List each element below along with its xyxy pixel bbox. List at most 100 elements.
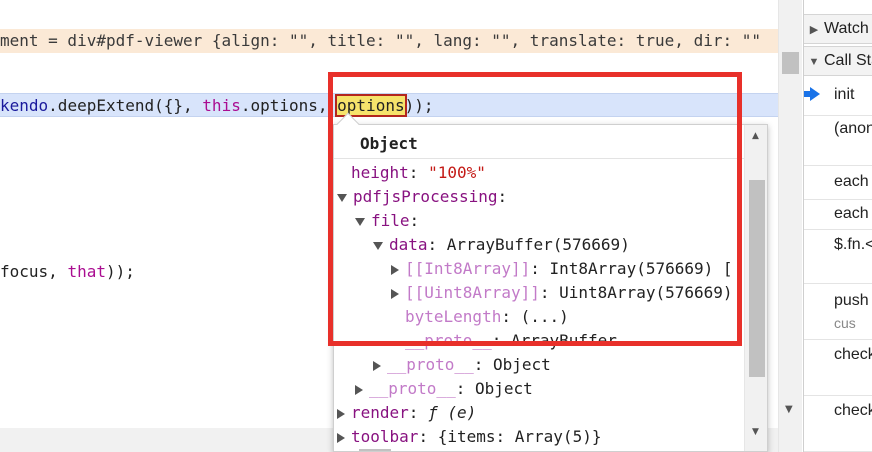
code-vertical-scrollbar[interactable]: ▼ bbox=[778, 0, 802, 452]
property-sep: : bbox=[501, 307, 521, 326]
property-key: pdfjsProcessing bbox=[353, 187, 498, 206]
expand-triangle-down-icon[interactable] bbox=[337, 193, 347, 202]
expand-triangle-right-icon[interactable] bbox=[391, 288, 399, 299]
property-sep: : bbox=[408, 163, 429, 182]
property-sep: : bbox=[409, 211, 420, 230]
call-stack-frame-each[interactable]: each bbox=[804, 166, 872, 200]
function-glyph: ƒ bbox=[428, 403, 438, 422]
code-line-focus: focus, that)); bbox=[0, 260, 135, 284]
call-stack-frame-fn[interactable]: $.fn.<computed> bbox=[804, 230, 872, 284]
scroll-down-arrow-icon[interactable]: ▼ bbox=[785, 404, 793, 415]
frame-name: each bbox=[834, 173, 869, 190]
frame-name: each bbox=[834, 205, 869, 222]
property-sep: : bbox=[530, 259, 550, 278]
property-key: __proto__ bbox=[405, 331, 492, 350]
property-key: [[Uint8Array]] bbox=[405, 283, 540, 302]
tree-row-proto-arraybuffer[interactable]: __proto__: ArrayBuffer bbox=[405, 329, 617, 353]
call-stack-label: Call Stack bbox=[824, 52, 872, 69]
property-sep: : bbox=[455, 379, 475, 398]
property-sep: : bbox=[497, 187, 508, 206]
scroll-down-arrow-icon[interactable]: ▼ bbox=[752, 427, 759, 437]
code-token-deepextend: .deepExtend({}, bbox=[48, 96, 203, 115]
property-value: ArrayBuffer(576669) bbox=[446, 235, 630, 254]
property-key: data bbox=[389, 235, 428, 254]
watch-label: Watch bbox=[824, 20, 869, 37]
tree-row-render[interactable]: render: ƒ (e) bbox=[337, 401, 476, 425]
tree-row-data[interactable]: data: ArrayBuffer(576669) bbox=[373, 233, 630, 257]
tree-row-file[interactable]: file: bbox=[355, 209, 419, 233]
expand-triangle-right-icon[interactable] bbox=[337, 432, 345, 443]
code-token-kendo: kendo bbox=[0, 96, 49, 115]
property-value: Int8Array(576669) [ bbox=[549, 259, 733, 278]
popover-title: Object bbox=[360, 134, 418, 153]
property-sep: : bbox=[418, 427, 438, 446]
current-execution-line[interactable]: kendo.deepExtend({}, this.options, optio… bbox=[0, 93, 778, 117]
code-token-that: that bbox=[67, 262, 106, 281]
frame-name: push bbox=[834, 292, 869, 309]
call-stack-frame-each[interactable]: each bbox=[804, 200, 872, 230]
tree-row-bytelength[interactable]: byteLength: (...) bbox=[405, 305, 569, 329]
code-token-options-prop: .options, bbox=[240, 96, 338, 115]
tree-row-toolbar[interactable]: toolbar: {items: Array(5)} bbox=[337, 425, 601, 449]
code-token-this: this bbox=[202, 96, 241, 115]
property-key: toolbar bbox=[351, 427, 419, 446]
frame-name: check bbox=[834, 346, 872, 363]
frame-name: $.fn.<computed> bbox=[834, 236, 872, 253]
property-value: (e) bbox=[447, 403, 477, 422]
property-value: (...) bbox=[520, 307, 569, 326]
chevron-down-icon: ▼ bbox=[808, 56, 820, 68]
frame-name: (anonymous) bbox=[834, 120, 872, 137]
frame-name: check bbox=[834, 402, 872, 419]
property-sep: : bbox=[539, 283, 560, 302]
property-sep: : bbox=[473, 355, 493, 374]
property-value: {items: Array(5)} bbox=[437, 427, 602, 446]
property-value: "100%" bbox=[428, 163, 486, 182]
property-value: ArrayBuffer bbox=[510, 331, 617, 350]
property-sep: : bbox=[408, 403, 429, 422]
call-stack-frame-init[interactable]: init bbox=[804, 82, 872, 116]
popover-vertical-scrollbar[interactable]: ▲ ▼ bbox=[744, 125, 767, 451]
property-key: height bbox=[351, 163, 409, 182]
property-value: Object bbox=[474, 379, 533, 398]
frame-source: cus bbox=[834, 315, 856, 331]
debugger-sidebar: ▶ Watch ▼ Call Stack init (anonymous) each… bbox=[803, 0, 872, 452]
expand-triangle-down-icon[interactable] bbox=[373, 241, 383, 250]
expand-triangle-right-icon[interactable] bbox=[373, 360, 381, 371]
code-token-close: )); bbox=[404, 96, 434, 115]
property-value: Object bbox=[492, 355, 551, 374]
tree-row-pdfjsprocessing[interactable]: pdfjsProcessing: bbox=[337, 185, 507, 209]
property-sep: : bbox=[427, 235, 447, 254]
popover-scrollbar-thumb[interactable] bbox=[749, 180, 765, 377]
watch-section-header[interactable]: ▶ Watch bbox=[804, 14, 872, 44]
expand-triangle-down-icon[interactable] bbox=[355, 217, 365, 226]
property-key: byteLength bbox=[405, 307, 502, 326]
tree-row-proto-pdfjs[interactable]: __proto__: Object bbox=[355, 377, 533, 401]
expand-triangle-right-icon[interactable] bbox=[337, 408, 345, 419]
frame-name: init bbox=[834, 86, 855, 103]
tree-row-proto-file[interactable]: __proto__: Object bbox=[373, 353, 551, 377]
property-value: Uint8Array(576669) bbox=[559, 283, 733, 302]
property-key: render bbox=[351, 403, 409, 422]
call-stack-section-header[interactable]: ▼ Call Stack bbox=[804, 46, 872, 76]
scroll-up-arrow-icon[interactable]: ▲ bbox=[752, 131, 759, 141]
property-key: __proto__ bbox=[387, 355, 474, 374]
tree-row-int8array[interactable]: [[Int8Array]]: Int8Array(576669) [ bbox=[391, 257, 733, 281]
call-stack-frame-check[interactable]: check bbox=[804, 340, 872, 396]
property-sep: : bbox=[491, 331, 511, 350]
code-scrollbar-thumb[interactable] bbox=[782, 52, 799, 74]
call-stack-frame-anonymous[interactable]: (anonymous) bbox=[804, 116, 872, 166]
tree-row-height[interactable]: height: "100%" bbox=[351, 161, 486, 185]
code-token-focus: focus, bbox=[0, 262, 68, 281]
tree-row-uint8array[interactable]: [[Uint8Array]]: Uint8Array(576669) bbox=[391, 281, 733, 305]
chevron-right-icon: ▶ bbox=[809, 24, 819, 36]
expand-triangle-right-icon[interactable] bbox=[391, 264, 399, 275]
expand-triangle-right-icon[interactable] bbox=[355, 384, 363, 395]
call-stack-frame-push[interactable]: push cus bbox=[804, 284, 872, 340]
object-preview-popover[interactable]: Object height: "100%" pdfjsProcessing: f… bbox=[333, 124, 768, 452]
popover-divider bbox=[334, 158, 767, 159]
property-key: __proto__ bbox=[369, 379, 456, 398]
property-key: [[Int8Array]] bbox=[405, 259, 531, 278]
call-stack-frame-check[interactable]: check bbox=[804, 396, 872, 452]
code-token-close: )); bbox=[105, 262, 135, 281]
inline-variable-annotation: ment = div#pdf-viewer {align: "", title:… bbox=[0, 29, 778, 53]
